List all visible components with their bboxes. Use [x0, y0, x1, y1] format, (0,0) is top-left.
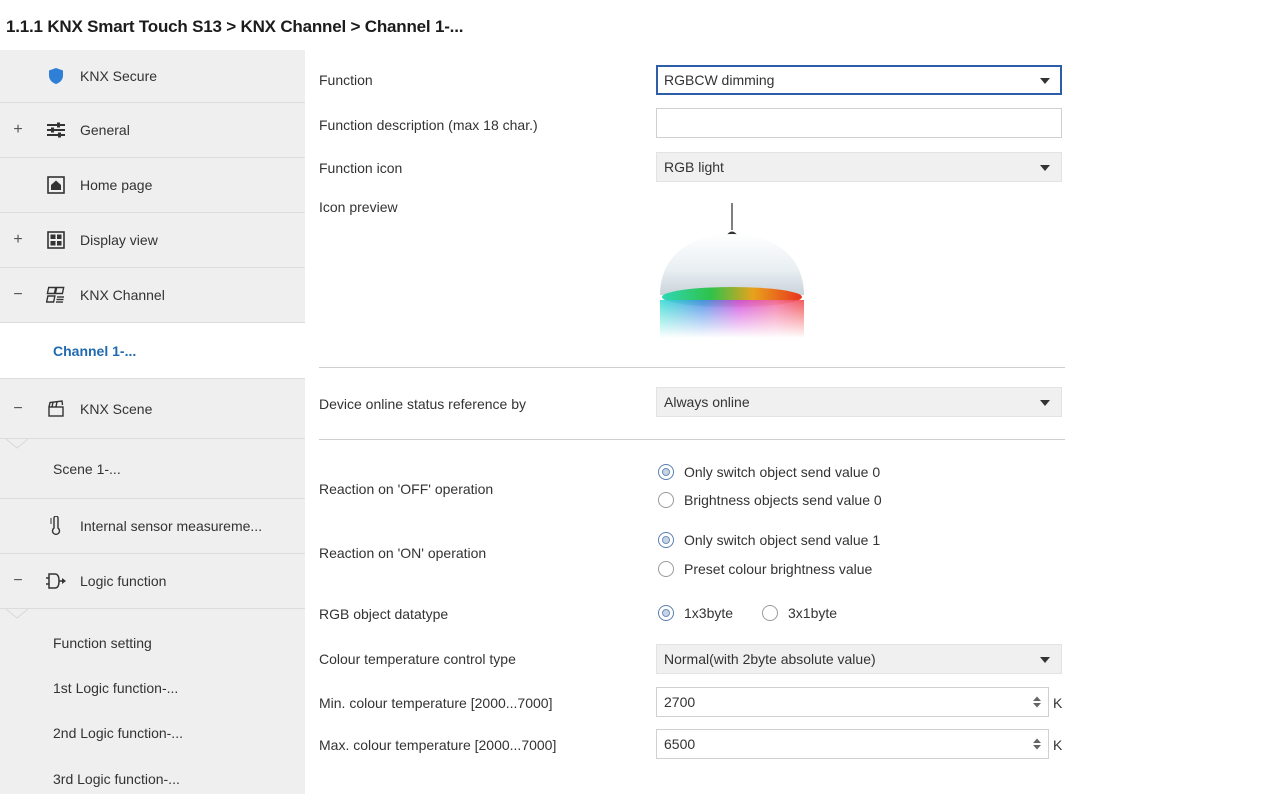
- sidebar-item-home-page[interactable]: Home page: [0, 158, 305, 213]
- home-icon: [46, 175, 66, 195]
- collapse-icon[interactable]: −: [12, 286, 24, 304]
- expand-icon[interactable]: +: [12, 231, 24, 249]
- ct-control-type-label: Colour temperature control type: [319, 651, 516, 667]
- max-ct-label: Max. colour temperature [2000...7000]: [319, 737, 557, 753]
- chevron-down-icon: [1040, 165, 1050, 171]
- radio-unchecked-icon[interactable]: [762, 605, 778, 621]
- spinner-icon[interactable]: [1032, 695, 1042, 709]
- chevron-down-icon: [1040, 400, 1050, 406]
- sidebar-item-label: Internal sensor measureme...: [80, 518, 263, 534]
- expand-icon[interactable]: +: [12, 121, 24, 139]
- section-divider: [319, 367, 1065, 368]
- off-reaction-option-0[interactable]: Only switch object send value 0: [658, 464, 880, 480]
- ct-control-type-select[interactable]: Normal(with 2byte absolute value): [656, 644, 1062, 674]
- chevron-down-icon: [1040, 78, 1050, 84]
- sidebar-item-knx-channel[interactable]: − KNX Channel: [0, 268, 305, 333]
- radio-label: 3x1byte: [788, 605, 838, 621]
- function-label: Function: [319, 72, 373, 88]
- clapperboard-icon: [46, 399, 66, 419]
- sidebar-item-label: General: [80, 122, 130, 138]
- breadcrumb: 1.1.1 KNX Smart Touch S13 > KNX Channel …: [6, 17, 464, 36]
- thermometer-icon: [46, 516, 66, 536]
- sidebar-item-label: 1st Logic function-...: [53, 679, 179, 696]
- radio-unchecked-icon[interactable]: [658, 561, 674, 577]
- function-select-value: RGBCW dimming: [664, 72, 775, 88]
- rgb-light-icon: [660, 203, 804, 338]
- min-ct-value: 2700: [664, 694, 696, 710]
- online-status-label: Device online status reference by: [319, 396, 526, 412]
- sidebar-item-label: KNX Secure: [80, 68, 158, 84]
- sidebar-item-general[interactable]: + General: [0, 103, 305, 158]
- sidebar-item-label: Logic function: [80, 573, 167, 589]
- function-icon-select-value: RGB light: [664, 159, 724, 175]
- radio-checked-icon[interactable]: [658, 532, 674, 548]
- sidebar-item-scene-1[interactable]: Scene 1-...: [0, 439, 305, 499]
- logic-gate-icon: [46, 571, 66, 591]
- min-ct-label: Min. colour temperature [2000...7000]: [319, 695, 553, 711]
- on-reaction-option-0[interactable]: Only switch object send value 1: [658, 532, 880, 548]
- rgb-datatype-label: RGB object datatype: [319, 606, 449, 622]
- sidebar-item-label: 3rd Logic function-...: [53, 771, 180, 787]
- radio-checked-icon[interactable]: [658, 605, 674, 621]
- min-ct-unit: K: [1053, 695, 1063, 711]
- sidebar-item-display-view[interactable]: + Display view: [0, 213, 305, 268]
- ct-control-type-value: Normal(with 2byte absolute value): [664, 651, 876, 667]
- channel-icon: [46, 285, 66, 305]
- radio-unchecked-icon[interactable]: [658, 492, 674, 508]
- sidebar-item-label: Display view: [80, 232, 158, 248]
- sidebar-item-logic-1[interactable]: 1st Logic function-...: [0, 665, 305, 710]
- spinner-icon[interactable]: [1032, 737, 1042, 751]
- sidebar-item-logic-2[interactable]: 2nd Logic function-...: [0, 710, 305, 756]
- max-ct-value: 6500: [664, 736, 696, 752]
- sidebar-item-knx-secure[interactable]: KNX Secure: [0, 50, 305, 103]
- shield-icon: [46, 66, 66, 86]
- collapse-icon[interactable]: −: [12, 572, 24, 590]
- max-ct-unit: K: [1053, 737, 1063, 753]
- sidebar-item-internal-sensor[interactable]: Internal sensor measureme...: [0, 499, 305, 554]
- sidebar: KNX Secure + General Home page + Display…: [0, 50, 305, 794]
- function-select[interactable]: RGBCW dimming: [656, 65, 1062, 95]
- sidebar-item-knx-scene[interactable]: − KNX Scene: [0, 378, 305, 449]
- function-description-label: Function description (max 18 char.): [319, 117, 538, 133]
- sidebar-item-label: KNX Scene: [80, 400, 153, 417]
- chevron-down-icon: [1040, 657, 1050, 663]
- sidebar-item-logic-3[interactable]: 3rd Logic function-...: [0, 756, 305, 802]
- sidebar-item-logic-function[interactable]: − Logic function: [0, 554, 305, 619]
- max-ct-input[interactable]: 6500: [656, 729, 1049, 759]
- online-status-select[interactable]: Always online: [656, 387, 1062, 417]
- function-icon-select[interactable]: RGB light: [656, 152, 1062, 182]
- collapse-icon[interactable]: −: [12, 400, 24, 418]
- grid-icon: [46, 230, 66, 250]
- sidebar-item-label: Channel 1-...: [53, 342, 137, 359]
- off-reaction-label: Reaction on 'OFF' operation: [319, 481, 494, 497]
- sidebar-item-label: KNX Channel: [80, 287, 165, 303]
- radio-label: Only switch object send value 0: [684, 464, 881, 480]
- sliders-icon: [46, 120, 66, 140]
- online-status-select-value: Always online: [664, 394, 750, 410]
- on-reaction-option-1[interactable]: Preset colour brightness value: [658, 561, 872, 577]
- radio-label: Brightness objects send value 0: [684, 492, 882, 508]
- radio-label: Preset colour brightness value: [684, 561, 873, 577]
- sidebar-item-label: Function setting: [53, 635, 152, 651]
- off-reaction-option-1[interactable]: Brightness objects send value 0: [658, 492, 882, 508]
- radio-label: 1x3byte: [684, 605, 734, 621]
- radio-checked-icon[interactable]: [658, 464, 674, 480]
- on-reaction-label: Reaction on 'ON' operation: [319, 545, 487, 561]
- sidebar-item-label: Scene 1-...: [53, 460, 121, 477]
- sidebar-item-channel-1[interactable]: Channel 1-...: [0, 323, 305, 378]
- radio-label: Only switch object send value 1: [684, 532, 881, 548]
- sidebar-item-label: Home page: [80, 177, 153, 193]
- section-divider: [319, 439, 1065, 440]
- sidebar-item-label: 2nd Logic function-...: [53, 725, 183, 741]
- min-ct-input[interactable]: 2700: [656, 687, 1049, 717]
- icon-preview-label: Icon preview: [319, 199, 398, 215]
- rgb-datatype-option-1[interactable]: 3x1byte: [762, 605, 837, 621]
- function-description-input[interactable]: [656, 108, 1062, 138]
- function-icon-label: Function icon: [319, 160, 403, 176]
- rgb-datatype-option-0[interactable]: 1x3byte: [658, 605, 733, 621]
- parameter-panel: Function RGBCW dimming Function descript…: [305, 50, 1283, 794]
